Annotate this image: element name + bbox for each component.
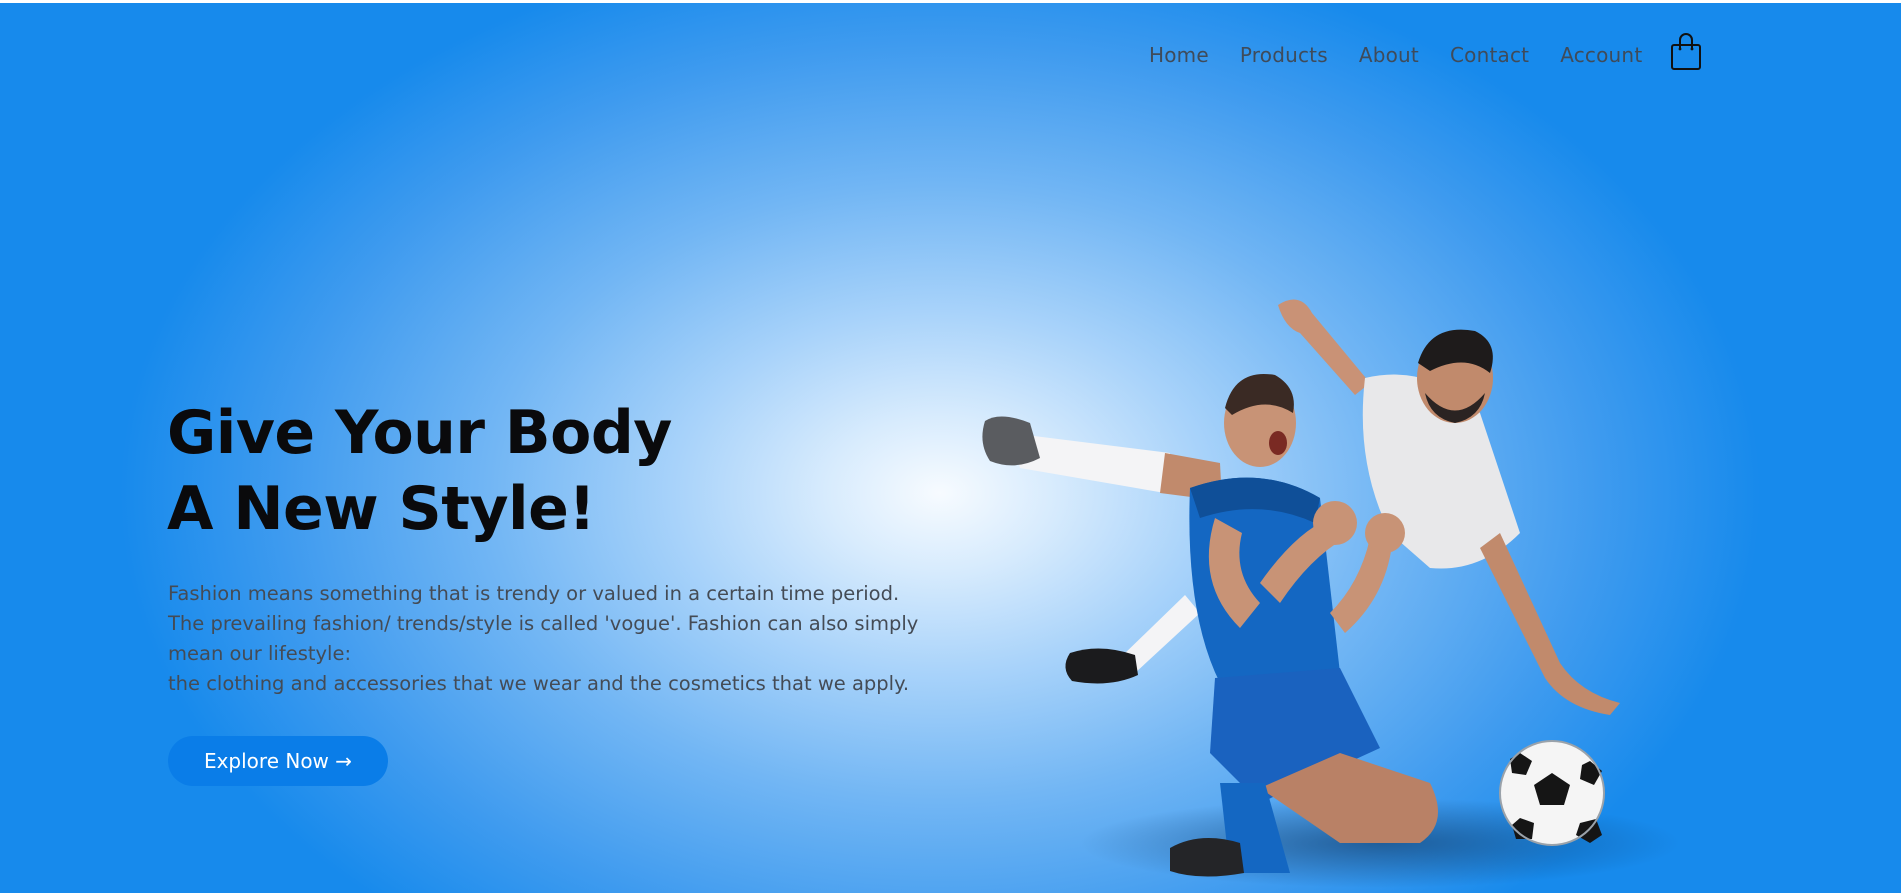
nav-about-link[interactable]: About — [1359, 43, 1419, 67]
description-line: Fashion means something that is trendy o… — [168, 582, 900, 605]
description-line: the clothing and accessories that we wea… — [168, 672, 910, 695]
headline-line-2: A New Style! — [167, 474, 596, 544]
nav-products-link[interactable]: Products — [1240, 43, 1328, 67]
description-line: The prevailing fashion/ trends/style is … — [168, 612, 919, 635]
football — [1499, 740, 1605, 846]
shopping-bag-icon[interactable] — [1670, 31, 1702, 71]
explore-now-button[interactable]: Explore Now → — [168, 736, 388, 786]
nav-account-link[interactable]: Account — [1560, 43, 1642, 67]
nav-contact-link[interactable]: Contact — [1450, 43, 1529, 67]
headline-line-1: Give Your Body — [167, 398, 672, 468]
nav-home-link[interactable]: Home — [1149, 43, 1209, 67]
football-players-image — [982, 299, 1680, 888]
main-navigation: Home Products About Contact Account — [1149, 33, 1702, 71]
hero-section: Home Products About Contact Account Give… — [0, 3, 1901, 893]
hero-description: Fashion means something that is trendy o… — [168, 579, 958, 699]
hero-headline: Give Your Body A New Style! — [167, 395, 672, 547]
description-line: mean our lifestyle: — [168, 642, 352, 665]
